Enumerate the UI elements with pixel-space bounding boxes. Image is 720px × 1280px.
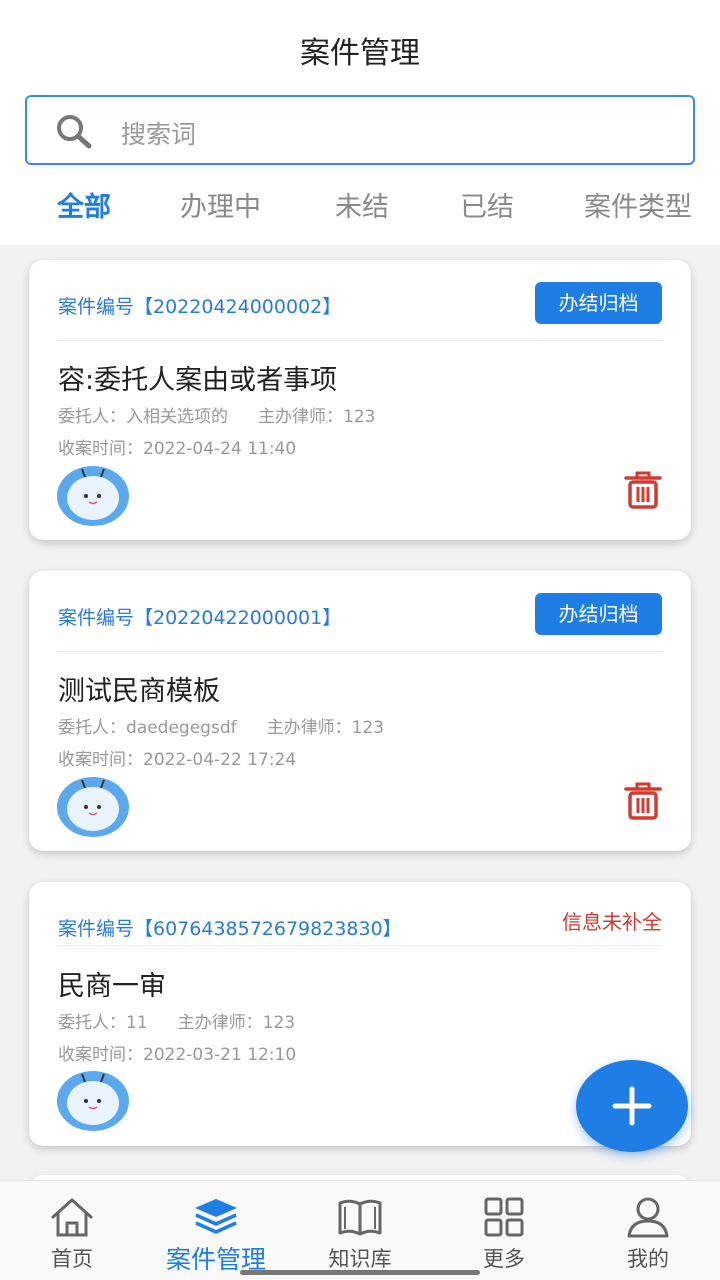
grid-icon	[484, 1197, 524, 1237]
received-time: 收案时间：2022-03-21 12:10	[58, 1045, 297, 1065]
case-title: 容:委托人案由或者事项	[58, 365, 338, 396]
tab-case-type[interactable]: 案件类型	[584, 185, 692, 224]
search-bar[interactable]: 搜索词	[25, 95, 695, 165]
lead-lawyer: 主办律师：123	[266, 718, 385, 738]
divider	[58, 340, 662, 341]
case-title: 民商一审	[58, 971, 166, 1002]
client-name: 委托人：daedegegsdf	[58, 718, 237, 738]
case-number: 案件编号【20220424000002】	[58, 296, 342, 318]
search-input[interactable]: 搜索词	[121, 115, 196, 151]
tab-in-progress[interactable]: 办理中	[180, 185, 261, 224]
header: 案件管理 搜索词 全部 办理中 未结 已结 案件类型	[0, 0, 720, 245]
nav-knowledge-base[interactable]: 知识库	[288, 1181, 432, 1280]
add-case-button[interactable]	[576, 1060, 688, 1152]
nav-more[interactable]: 更多	[432, 1181, 576, 1280]
filter-tabs: 全部 办理中 未结 已结 案件类型	[0, 185, 720, 229]
book-icon	[338, 1199, 382, 1236]
received-time: 收案时间：2022-04-22 17:24	[58, 750, 297, 770]
case-card[interactable]: 案件编号【20220422000001】 办结归档 测试民商模板 委托人：dae…	[29, 571, 691, 851]
avatar	[57, 1071, 129, 1131]
nav-label: 知识库	[328, 1247, 392, 1271]
case-meta: 委托人：11 主办律师：123	[58, 1008, 295, 1033]
case-meta: 委托人：daedegegsdf 主办律师：123	[58, 713, 384, 738]
search-icon	[57, 115, 92, 149]
case-number: 案件编号【6076438572679823830】	[58, 918, 402, 940]
case-number: 案件编号【20220422000001】	[58, 607, 342, 629]
nav-label: 更多	[483, 1247, 525, 1271]
tab-all[interactable]: 全部	[57, 185, 111, 224]
tab-closed[interactable]: 已结	[460, 185, 514, 224]
archive-button[interactable]: 办结归档	[535, 593, 662, 635]
nav-case-management[interactable]: 案件管理	[144, 1181, 288, 1280]
bottom-nav: 首页 案件管理 知识库 更多 我的	[0, 1180, 720, 1280]
user-icon	[627, 1197, 669, 1238]
home-indicator	[240, 1270, 480, 1275]
delete-icon[interactable]	[623, 781, 663, 821]
nav-home[interactable]: 首页	[0, 1181, 144, 1280]
page-title: 案件管理	[300, 36, 420, 71]
divider	[58, 651, 662, 652]
nav-profile[interactable]: 我的	[576, 1181, 720, 1280]
divider	[58, 945, 662, 946]
case-title: 测试民商模板	[58, 676, 220, 707]
client-name: 委托人：11	[58, 1013, 148, 1033]
status-badge: 信息未补全	[562, 910, 662, 934]
lead-lawyer: 主办律师：123	[258, 407, 376, 427]
lead-lawyer: 主办律师：123	[177, 1013, 296, 1033]
tab-unclosed[interactable]: 未结	[335, 185, 389, 224]
nav-label: 我的	[627, 1247, 669, 1271]
archive-button[interactable]: 办结归档	[535, 282, 662, 324]
client-name: 委托人：入相关选项的	[58, 407, 228, 427]
nav-label: 首页	[51, 1247, 93, 1271]
home-icon	[51, 1198, 93, 1237]
case-card[interactable]: 案件编号【20220424000002】 办结归档 容:委托人案由或者事项 委托…	[29, 260, 691, 540]
received-time: 收案时间：2022-04-24 11:40	[58, 439, 297, 459]
plus-icon	[612, 1086, 652, 1126]
case-meta: 委托人：入相关选项的 主办律师：123	[58, 402, 375, 427]
avatar	[57, 777, 129, 837]
delete-icon[interactable]	[623, 470, 663, 510]
avatar	[57, 466, 129, 526]
layers-icon	[195, 1199, 237, 1234]
